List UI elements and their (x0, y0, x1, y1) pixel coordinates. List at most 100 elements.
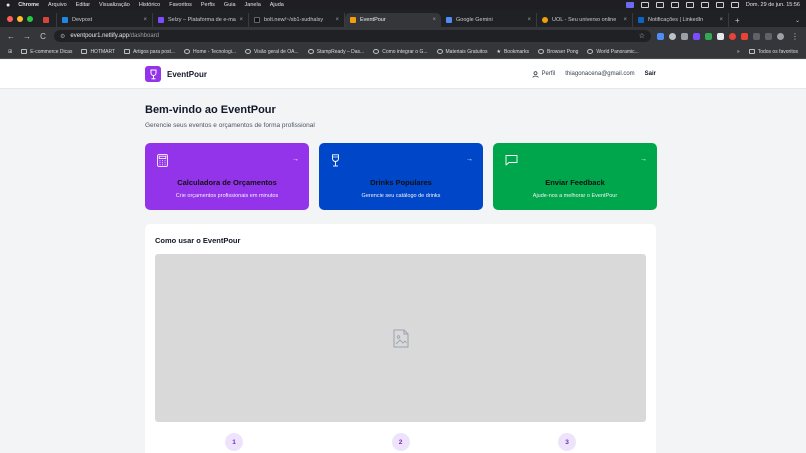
status-app-icon[interactable] (640, 2, 649, 8)
action-cards: → Calculadora de Orçamentos Crie orçamen… (145, 143, 661, 210)
extension-icon[interactable] (741, 32, 748, 40)
extensions-area (657, 32, 784, 40)
tab-selzy[interactable]: Selzy – Plataforma de e-mail × (153, 13, 249, 27)
bookmark-star-icon[interactable]: ☆ (639, 32, 645, 40)
site-icon (307, 49, 314, 54)
extension-icon[interactable] (669, 32, 676, 40)
bookmark-item[interactable]: HOTMART (81, 49, 115, 55)
bookmark-item[interactable]: Materiais Gratuitos (436, 49, 487, 55)
search-icon[interactable] (715, 2, 724, 8)
tab-devpost[interactable]: Devpost × (57, 13, 153, 27)
wifi-icon[interactable] (700, 2, 709, 8)
bookmark-item[interactable]: E-commerce Dicas (21, 49, 72, 55)
bookmarks-overflow-button[interactable]: » (737, 49, 740, 55)
menu-visualizacao[interactable]: Visualização (99, 2, 130, 8)
gmail-favicon-icon (42, 17, 49, 23)
favicon-icon (350, 17, 356, 23)
menu-historico[interactable]: Histórico (139, 2, 160, 8)
tab-close-icon[interactable]: × (335, 17, 339, 23)
logout-button[interactable]: Sair (645, 71, 656, 77)
extension-icon[interactable] (657, 32, 664, 40)
bookmark-item[interactable]: Como integrar o G... (373, 49, 428, 55)
dashboard-content: Bem-vindo ao EventPour Gerencie seus eve… (0, 104, 806, 453)
brand-name[interactable]: EventPour (167, 70, 207, 79)
tab-close-icon[interactable]: × (432, 17, 436, 23)
forward-button[interactable]: → (22, 32, 32, 41)
reload-button[interactable]: C (38, 32, 48, 41)
popular-drinks-card[interactable]: → Drinks Populares Gerencie seu catálogo… (319, 143, 483, 210)
bookmark-label: Bookmarks (503, 48, 529, 55)
bookmark-item[interactable]: World Panoramic... (587, 49, 639, 55)
tab-title: Notificações | LinkedIn (648, 17, 704, 23)
bluetooth-icon[interactable] (685, 2, 694, 8)
profile-link[interactable]: Perfil (531, 70, 555, 78)
favicon-icon (542, 17, 548, 23)
logo-badge[interactable] (145, 66, 161, 82)
arrow-right-icon: → (640, 156, 647, 163)
tab-bolt[interactable]: bolt.new/~/sb1-sudhalsy × (249, 13, 345, 27)
menu-janela[interactable]: Janela (245, 2, 261, 8)
zoom-window-icon[interactable] (27, 15, 33, 22)
menu-favoritos[interactable]: Favoritos (169, 2, 192, 8)
address-bar[interactable]: ⚙ eventpour1.netlify.app/dashboard ☆ (54, 30, 651, 42)
tab-linkedin[interactable]: Notificações | LinkedIn × (633, 13, 729, 27)
close-window-icon[interactable] (7, 15, 13, 22)
user-email: thiagonacena@gmail.com (565, 71, 635, 77)
tab-uol[interactable]: UOL - Seu universo online × (537, 13, 633, 27)
menu-guia[interactable]: Guia (224, 2, 236, 8)
menu-ajuda[interactable]: Ajuda (270, 2, 284, 8)
site-icon (436, 49, 443, 54)
bookmark-item[interactable]: Home - Tecnologi... (184, 49, 236, 55)
back-button[interactable]: ← (6, 32, 16, 41)
bookmark-item[interactable]: Visão geral de OA... (245, 49, 299, 55)
tab-close-icon[interactable]: × (623, 17, 627, 23)
chrome-menu-button[interactable]: ⋮ (790, 32, 800, 41)
header-actions: Perfil thiagonacena@gmail.com Sair (531, 70, 656, 78)
folder-icon (81, 49, 88, 54)
folder-icon (124, 49, 131, 54)
budget-calculator-card[interactable]: → Calculadora de Orçamentos Crie orçamen… (145, 143, 309, 210)
bookmark-item[interactable]: Artigos para post... (124, 49, 175, 55)
send-feedback-card[interactable]: → Enviar Feedback Ajude-nos a melhorar o… (493, 143, 657, 210)
tab-close-icon[interactable]: × (239, 17, 243, 23)
window-controls (4, 10, 39, 27)
menu-arquivo[interactable]: Arquivo (48, 2, 67, 8)
apple-icon[interactable]: ● (6, 2, 10, 9)
new-tab-button[interactable]: + (729, 13, 746, 27)
video-placeholder[interactable] (155, 254, 646, 422)
all-bookmarks-folder[interactable]: Todos os favoritos (748, 49, 798, 55)
bookmark-item[interactable]: Browser Pong (537, 49, 578, 55)
bookmark-item[interactable]: StampReady – Das... (307, 49, 364, 55)
menu-perfis[interactable]: Perfis (201, 2, 215, 8)
menu-editar[interactable]: Editar (76, 2, 90, 8)
tab-search-chevron-icon[interactable]: ⌄ (789, 13, 806, 27)
tab-pinned[interactable] (39, 13, 57, 27)
puzzle-icon[interactable] (753, 32, 760, 40)
tab-close-icon[interactable]: × (527, 17, 531, 23)
side-panel-icon[interactable] (765, 32, 772, 40)
bookmark-item[interactable]: ★ Bookmarks (496, 49, 529, 55)
extension-icon[interactable] (693, 32, 700, 40)
site-icon (373, 49, 380, 54)
favicon-icon (62, 17, 68, 23)
menubar-clock[interactable]: Dom. 29 de jun. 15:56 (746, 2, 800, 8)
arrow-right-icon: → (466, 156, 473, 163)
tab-close-icon[interactable]: × (143, 17, 147, 23)
tab-close-icon[interactable]: × (719, 17, 723, 23)
tab-gemini[interactable]: Google Gemini × (441, 13, 537, 27)
extension-icon[interactable] (681, 32, 688, 40)
profile-avatar-icon[interactable] (777, 32, 784, 40)
extension-icon[interactable] (729, 32, 736, 40)
apps-grid-icon[interactable]: ⊞ (8, 49, 12, 55)
minimize-window-icon[interactable] (17, 15, 23, 22)
extension-icon[interactable] (705, 32, 712, 40)
status-app-icon[interactable] (670, 2, 679, 8)
screen-record-icon[interactable] (625, 2, 634, 8)
menu-chrome[interactable]: Chrome (18, 2, 39, 8)
status-app-icon[interactable] (655, 2, 664, 8)
favicon-icon (158, 17, 164, 23)
control-center-icon[interactable] (730, 2, 739, 8)
site-info-icon[interactable]: ⚙ (60, 33, 65, 40)
extension-icon[interactable] (717, 32, 724, 40)
tab-eventpour[interactable]: EventPour × (345, 13, 441, 27)
